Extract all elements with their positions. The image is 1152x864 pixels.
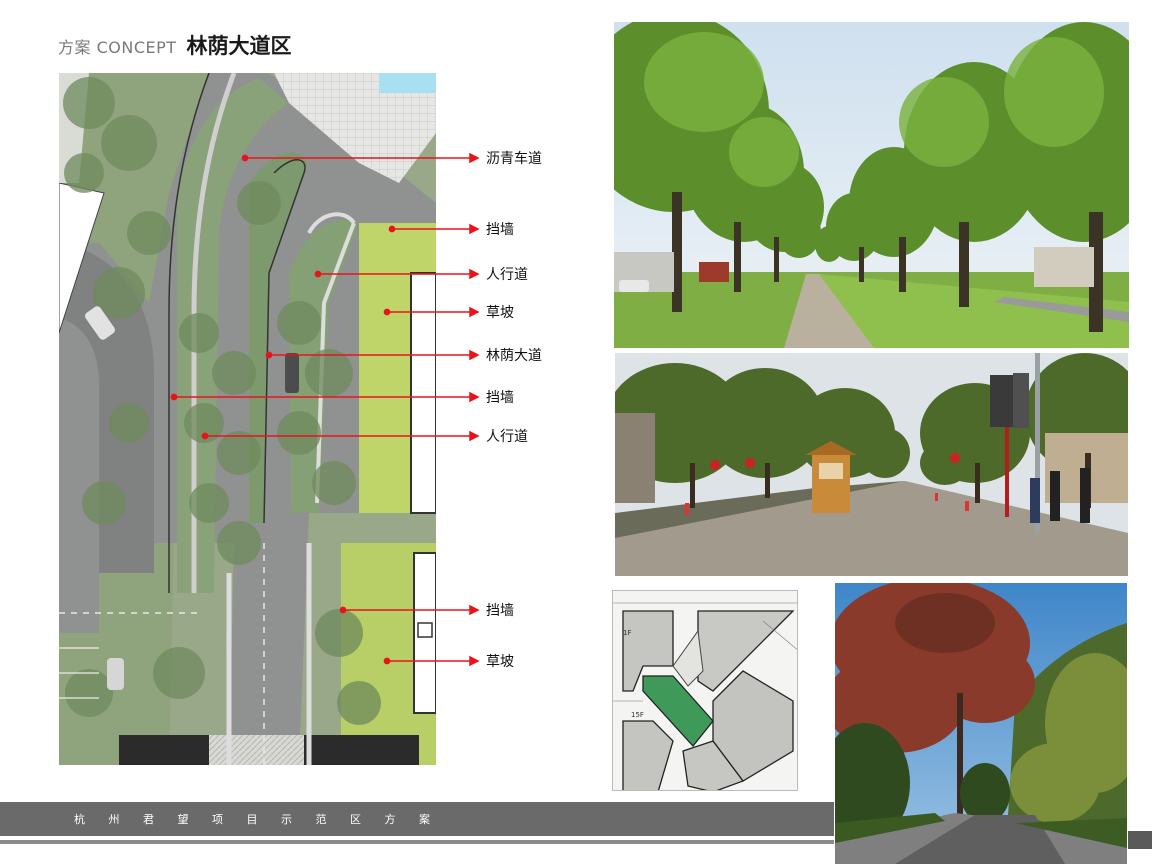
photo-entrance-road: [615, 353, 1128, 576]
photo-autumn-path-image: [835, 583, 1127, 864]
callout-label-retaining-wall: 挡墙: [486, 603, 514, 619]
footer-rule: [0, 840, 834, 844]
footer-char: 示: [281, 813, 292, 826]
footer-project-name: 杭 州 君 望 项 目 示 范 区 方 案: [74, 811, 454, 827]
footer-char: 君: [143, 813, 154, 826]
footer-char: 望: [177, 813, 189, 826]
callout-label-retaining-wall: 挡墙: [486, 390, 514, 406]
photo-tree-avenue: [614, 22, 1129, 348]
callout-label-boulevard: 林荫大道: [486, 348, 542, 364]
callout-label-sidewalk: 人行道: [486, 429, 528, 445]
photo-autumn-path: [835, 583, 1127, 864]
photo-tree-avenue-image: [614, 22, 1129, 348]
footer-char: 方: [384, 813, 396, 826]
footer-char: 范: [315, 813, 327, 826]
callout-label-asphalt-lane: 沥青车道: [486, 151, 542, 167]
footer-char: 案: [419, 813, 430, 826]
key-plan-label-1f: 1F: [623, 629, 631, 637]
footer-char: 目: [246, 813, 258, 826]
photo-entrance-road-image: [615, 353, 1128, 576]
footer-char: 区: [350, 813, 361, 826]
callout-label-grass-slope: 草坡: [486, 305, 514, 321]
footer-char: 项: [212, 813, 223, 826]
key-plan-drawing: 1F 15F: [613, 591, 797, 790]
footer-char: 州: [108, 813, 120, 826]
key-plan-label-15f: 15F: [631, 711, 644, 719]
callout-label-retaining-wall: 挡墙: [486, 222, 514, 238]
page-corner-block: [1128, 831, 1152, 849]
footer-char: 杭: [74, 813, 85, 826]
callout-label-grass-slope: 草坡: [486, 654, 514, 670]
key-plan: 1F 15F: [612, 590, 798, 791]
callout-label-sidewalk: 人行道: [486, 267, 528, 283]
